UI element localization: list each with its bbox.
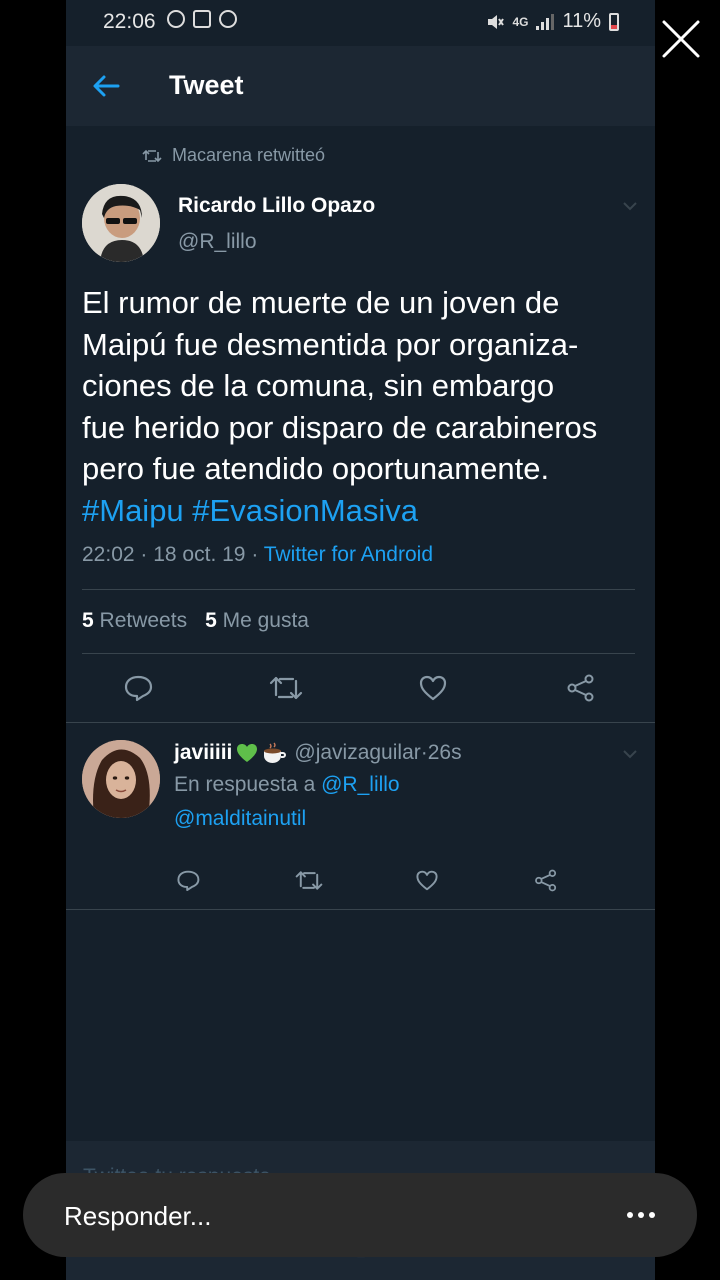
battery-percent: 11% — [562, 10, 601, 32]
in-reply-prefix: En respuesta a — [174, 773, 316, 796]
in-reply-to: En respuesta a @R_lillo — [174, 773, 400, 797]
coffee-emoji-icon — [264, 742, 287, 763]
reply-mention-link[interactable]: @malditainutil — [174, 807, 306, 831]
in-reply-to-link[interactable]: @R_lillo — [321, 773, 400, 796]
tweet-source-link[interactable]: Twitter for Android — [264, 543, 433, 566]
divider — [82, 653, 635, 654]
mute-icon — [488, 14, 505, 29]
signal-icon — [536, 13, 555, 30]
retweet-note: Macarena retwitteó — [172, 145, 326, 165]
reply-input-placeholder[interactable]: Responder... — [64, 1201, 211, 1232]
avatar-image — [82, 184, 160, 262]
divider — [82, 589, 635, 590]
share-icon[interactable] — [534, 869, 558, 892]
retweets-label: Retweets — [99, 609, 188, 632]
tweet-body: El rumor de muerte de un joven de Maipú … — [82, 282, 642, 531]
tweet-screen: 22:06 4G 11% Tweet Macarena retwitteó Ri… — [66, 0, 655, 1280]
like-heart-icon[interactable] — [415, 869, 439, 892]
status-time: 22:06 — [103, 10, 156, 33]
author-avatar[interactable] — [82, 184, 160, 262]
tweet-date: 18 oct. 19 — [153, 543, 246, 566]
reply-author-handle[interactable]: @javizaguilar — [294, 741, 420, 765]
reply-header: javiiiii @javizaguilar · 26s — [174, 741, 462, 765]
retweet-icon[interactable] — [269, 674, 303, 702]
divider — [66, 909, 655, 910]
chevron-down-icon[interactable] — [622, 201, 638, 211]
avatar-image — [82, 740, 160, 818]
tweet-meta: 22:02 · 18 oct. 19 · Twitter for Android — [82, 543, 434, 566]
likes-count: 5 — [205, 609, 217, 632]
tweet-time: 22:02 — [82, 543, 135, 566]
green-heart-emoji-icon — [237, 744, 258, 762]
reply-author-avatar[interactable] — [82, 740, 160, 818]
reply-author-name[interactable]: javiiiii — [174, 741, 232, 765]
tweet-text-line: fue herido por disparo de carabineros — [82, 409, 598, 445]
likes-label: Me gusta — [222, 609, 309, 632]
notification-icons — [167, 10, 237, 28]
retweet-context[interactable]: Macarena retwitteó — [142, 145, 325, 166]
reply-icon[interactable] — [123, 674, 153, 702]
retweet-icon — [142, 149, 162, 162]
like-heart-icon[interactable] — [418, 674, 448, 702]
page-title: Tweet — [169, 70, 244, 100]
likes-stat[interactable]: 5 Me gusta — [205, 609, 309, 632]
retweet-icon[interactable] — [295, 869, 323, 892]
app-notification-icon — [219, 10, 237, 28]
author-name[interactable]: Ricardo Lillo Opazo — [178, 194, 375, 218]
tweet-text-line: ciones de la comuna, sin embargo — [82, 368, 555, 403]
share-icon[interactable] — [566, 674, 596, 702]
divider — [66, 722, 655, 723]
retweets-stat[interactable]: 5 Retweets — [82, 609, 187, 632]
reply-input-overlay[interactable]: Responder... — [23, 1173, 697, 1257]
close-icon[interactable] — [660, 18, 702, 60]
tweet-text-line: El rumor de muerte de un joven de — [82, 285, 560, 320]
retweets-count: 5 — [82, 609, 94, 632]
tweet-text-line: Maipú fue desmentida por organiza- — [82, 326, 579, 362]
gallery-icon — [193, 10, 211, 28]
chevron-down-icon[interactable] — [622, 749, 638, 759]
reply-icon[interactable] — [176, 869, 200, 892]
app-header: Tweet — [66, 46, 655, 126]
author-handle[interactable]: @R_lillo — [178, 230, 257, 254]
back-arrow-icon[interactable] — [90, 70, 122, 102]
tweet-hashtags[interactable]: #Maipu #EvasionMasiva — [82, 490, 642, 532]
tweet-text-line: pero fue atendido oportunamente. — [82, 451, 550, 486]
battery-icon — [609, 12, 619, 31]
more-options-icon[interactable] — [626, 1211, 656, 1219]
status-bar: 22:06 4G 11% — [66, 0, 655, 46]
system-icons: 4G 11% — [486, 10, 619, 33]
network-type: 4G — [512, 14, 529, 29]
notification-icon — [167, 10, 185, 28]
reply-age: 26s — [427, 741, 462, 764]
tweet-stats: 5 Retweets 5 Me gusta — [82, 609, 309, 633]
